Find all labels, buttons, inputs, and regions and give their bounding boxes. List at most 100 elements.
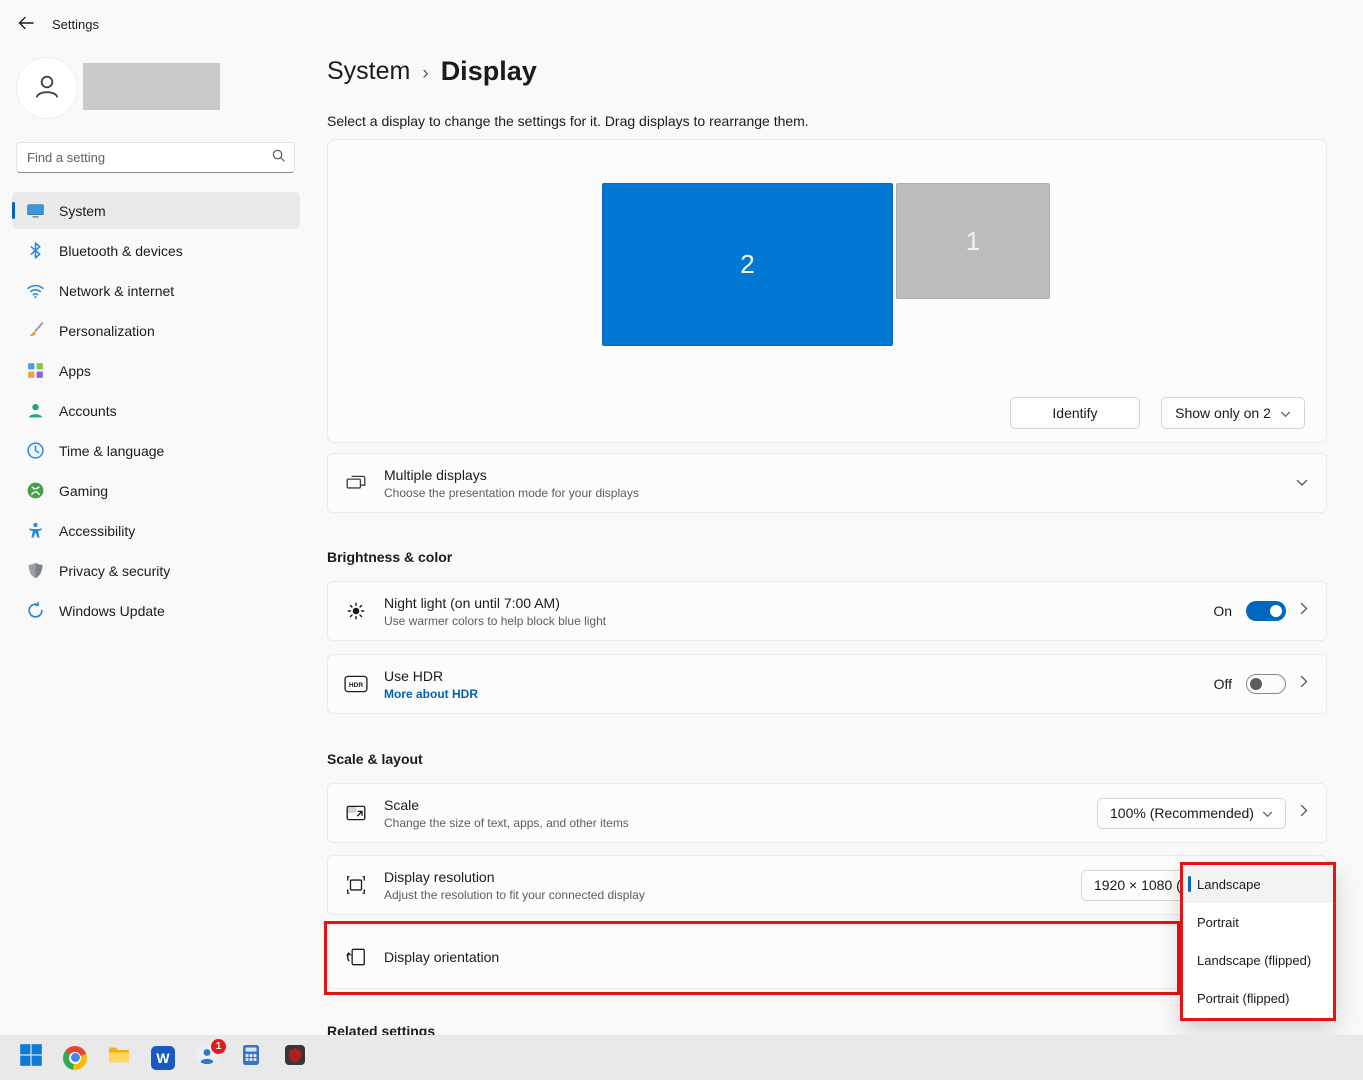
system-icon — [26, 201, 45, 220]
windows-logo-icon — [19, 1043, 43, 1072]
sidebar-item-personalization[interactable]: Personalization — [12, 312, 300, 349]
page-title: Display — [441, 56, 537, 87]
taskbar-chrome-button[interactable] — [55, 1038, 95, 1078]
chevron-down-icon[interactable] — [1296, 474, 1308, 492]
sidebar-item-label: Accounts — [59, 403, 117, 419]
search-box[interactable] — [16, 142, 295, 173]
option-label: Portrait (flipped) — [1197, 991, 1289, 1006]
start-button[interactable] — [11, 1038, 51, 1078]
sidebar-item-gaming[interactable]: Gaming — [12, 472, 300, 509]
display-orientation-row[interactable]: Display orientation — [327, 925, 1327, 989]
display-orientation-text: Display orientation — [384, 949, 1308, 965]
selected-accent-bar — [1188, 876, 1191, 892]
scale-dropdown-value: 100% (Recommended) — [1110, 805, 1254, 821]
option-label: Landscape — [1197, 877, 1261, 892]
sidebar-item-time-language[interactable]: Time & language — [12, 432, 300, 469]
word-letter: W — [156, 1050, 169, 1066]
update-arrows-icon — [26, 601, 45, 620]
word-icon: W — [151, 1046, 175, 1070]
paintbrush-icon — [26, 321, 45, 340]
back-button[interactable] — [12, 12, 40, 38]
accounts-person-icon — [26, 401, 45, 420]
resolution-icon — [344, 874, 368, 896]
sidebar-item-label: Windows Update — [59, 603, 165, 619]
section-scale-layout: Scale & layout — [327, 751, 423, 767]
sidebar-item-label: System — [59, 203, 106, 219]
chevron-down-icon — [1262, 805, 1273, 821]
orientation-option-landscape-flipped[interactable]: Landscape (flipped) — [1183, 942, 1333, 980]
display-resolution-row[interactable]: Display resolution Adjust the resolution… — [327, 855, 1327, 915]
sidebar-item-label: Privacy & security — [59, 563, 170, 579]
scale-row[interactable]: Scale Change the size of text, apps, and… — [327, 783, 1327, 843]
search-input[interactable] — [27, 150, 271, 165]
monitor-2[interactable]: 2 — [602, 183, 893, 346]
orientation-icon — [344, 946, 368, 968]
monitor-1[interactable]: 1 — [896, 183, 1050, 299]
use-hdr-title: Use HDR — [384, 668, 1198, 684]
sidebar-item-accounts[interactable]: Accounts — [12, 392, 300, 429]
calculator-icon — [239, 1043, 263, 1072]
taskbar-file-explorer-button[interactable] — [99, 1038, 139, 1078]
sidebar-item-system[interactable]: System — [12, 192, 300, 229]
game-shield-icon — [283, 1043, 307, 1072]
orientation-option-portrait[interactable]: Portrait — [1183, 903, 1333, 941]
multiple-displays-row[interactable]: Multiple displays Choose the presentatio… — [327, 453, 1327, 513]
sidebar-item-label: Network & internet — [59, 283, 174, 299]
toggle-knob — [1270, 605, 1282, 617]
resolution-dropdown-value: 1920 × 1080 ( — [1094, 877, 1181, 893]
night-light-icon — [344, 600, 368, 622]
folder-icon — [107, 1043, 131, 1072]
hdr-icon-text: HDR — [349, 682, 363, 689]
night-light-title: Night light (on until 7:00 AM) — [384, 595, 1197, 611]
sidebar-item-apps[interactable]: Apps — [12, 352, 300, 389]
show-only-label: Show only on 2 — [1175, 405, 1271, 421]
scale-text: Scale Change the size of text, apps, and… — [384, 797, 1081, 830]
shield-icon — [26, 561, 45, 580]
selected-accent-bar — [12, 202, 15, 219]
page-description: Select a display to change the settings … — [327, 113, 809, 129]
sidebar-item-network-internet[interactable]: Network & internet — [12, 272, 300, 309]
night-light-toggle[interactable] — [1246, 601, 1286, 621]
sidebar-item-accessibility[interactable]: Accessibility — [12, 512, 300, 549]
sidebar-item-label: Time & language — [59, 443, 164, 459]
sidebar-item-label: Accessibility — [59, 523, 135, 539]
night-light-text: Night light (on until 7:00 AM) Use warme… — [384, 595, 1197, 628]
chevron-right-icon — [1300, 804, 1308, 822]
hdr-state-label: Off — [1214, 676, 1232, 692]
taskbar: W 1 — [0, 1035, 1363, 1080]
taskbar-people-button[interactable]: 1 — [187, 1038, 227, 1078]
sidebar-nav: System Bluetooth & devices Network & int… — [12, 192, 300, 632]
bluetooth-icon — [26, 241, 45, 260]
sidebar-item-bluetooth-devices[interactable]: Bluetooth & devices — [12, 232, 300, 269]
taskbar-game-button[interactable] — [275, 1038, 315, 1078]
identify-button[interactable]: Identify — [1010, 397, 1140, 429]
sidebar-item-label: Bluetooth & devices — [59, 243, 183, 259]
taskbar-word-button[interactable]: W — [143, 1038, 183, 1078]
person-avatar-icon — [31, 70, 63, 107]
orientation-option-landscape[interactable]: Landscape — [1183, 865, 1333, 903]
chevron-right-icon — [1300, 602, 1308, 620]
scale-dropdown[interactable]: 100% (Recommended) — [1097, 798, 1286, 829]
more-about-hdr-link[interactable]: More about HDR — [384, 687, 1198, 701]
multiple-displays-title: Multiple displays — [384, 467, 1280, 483]
orientation-option-portrait-flipped[interactable]: Portrait (flipped) — [1183, 980, 1333, 1018]
show-only-dropdown-button[interactable]: Show only on 2 — [1161, 397, 1305, 429]
clock-icon — [26, 441, 45, 460]
night-light-subtitle: Use warmer colors to help block blue lig… — [384, 614, 1197, 628]
notification-badge: 1 — [211, 1039, 226, 1054]
taskbar-calculator-button[interactable] — [231, 1038, 271, 1078]
display-resolution-subtitle: Adjust the resolution to fit your connec… — [384, 888, 1065, 902]
hdr-toggle[interactable] — [1246, 674, 1286, 694]
toggle-knob — [1250, 678, 1262, 690]
display-arrangement-card: 2 1 Identify Show only on 2 — [327, 139, 1327, 443]
hdr-icon: HDR — [344, 675, 368, 693]
chevron-right-icon — [1300, 675, 1308, 693]
breadcrumb-parent[interactable]: System — [327, 57, 410, 86]
scale-title: Scale — [384, 797, 1081, 813]
night-light-row[interactable]: Night light (on until 7:00 AM) Use warme… — [327, 581, 1327, 641]
sidebar-item-privacy-security[interactable]: Privacy & security — [12, 552, 300, 589]
sidebar-item-windows-update[interactable]: Windows Update — [12, 592, 300, 629]
breadcrumb-separator-icon: › — [422, 59, 428, 85]
night-light-state-label: On — [1213, 603, 1232, 619]
use-hdr-row[interactable]: HDR Use HDR More about HDR Off — [327, 654, 1327, 714]
